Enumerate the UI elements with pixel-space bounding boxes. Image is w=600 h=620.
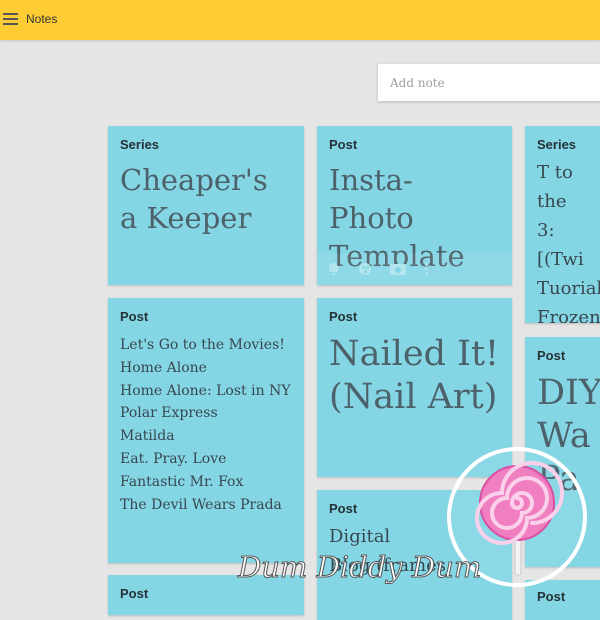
note-title-line: Frozen	[537, 307, 600, 323]
add-note-box[interactable]	[378, 64, 600, 101]
note-title-line: Tuorial	[537, 278, 600, 299]
note-type-label: Post	[537, 348, 566, 363]
note-type-label: Post	[329, 309, 358, 324]
list-item: Polar Express	[120, 405, 218, 422]
note-type-label: Series	[537, 137, 577, 152]
list-item: Home Alone	[120, 359, 207, 376]
note-toolbar	[317, 253, 512, 285]
hamburger-menu-icon[interactable]	[3, 13, 18, 25]
image-icon[interactable]	[390, 263, 406, 275]
more-icon[interactable]	[425, 263, 429, 275]
bell-icon[interactable]	[327, 263, 341, 275]
note-title: Cheaper's a Keeper	[120, 163, 268, 235]
note-title-line: 3: [(Twi	[537, 220, 584, 270]
top-bar: Notes	[0, 0, 600, 40]
note-card[interactable]: Series T to the 3: [(Twi Tuorial Frozen	[525, 126, 600, 323]
list-item: Fantastic Mr. Fox	[120, 473, 244, 490]
note-type-label: Post	[537, 589, 566, 604]
palette-icon[interactable]	[359, 263, 373, 275]
note-type-label: Post	[329, 137, 358, 152]
note-card[interactable]: Post Insta- Photo Template	[317, 126, 512, 285]
note-type-label: Post	[120, 309, 149, 324]
list-item: Let's Go to the Movies!	[120, 337, 285, 353]
list-item: The Devil Wears Prada	[120, 496, 282, 513]
note-type-label: Series	[120, 137, 160, 152]
note-card[interactable]: Post	[525, 580, 600, 620]
list-item: Home Alone: Lost in NY	[120, 382, 291, 399]
list-item: Eat. Pray. Love	[120, 450, 227, 467]
note-card[interactable]: Series Cheaper's a Keeper	[108, 126, 304, 285]
note-title: Nailed It! (Nail Art)	[329, 334, 500, 417]
note-list: Let's Go to the Movies! Home Alone Home …	[120, 334, 292, 516]
note-card[interactable]: Post Let's Go to the Movies! Home Alone …	[108, 298, 304, 563]
app-title: Notes	[26, 12, 58, 26]
list-item: Matilda	[120, 428, 175, 445]
add-note-input[interactable]	[378, 64, 600, 101]
watermark-text: Dum Diddy Dum	[238, 550, 482, 585]
note-title-line: T to the	[537, 162, 573, 212]
